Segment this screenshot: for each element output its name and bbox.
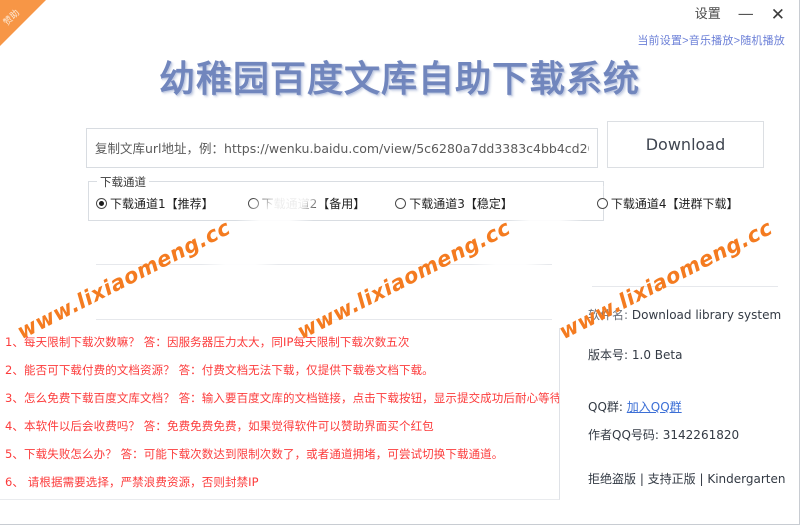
radio-icon[interactable] [395,198,407,209]
titlebar-controls: 设置 — ✕ [695,5,785,23]
qq-group-link[interactable]: 加入QQ群 [627,400,682,414]
watermark: www.lixiaomeng.cc [555,215,777,344]
download-channel-group: 下载通道 下载通道1【推荐】 下载通道2【备用】 下载通道3【稳定】 下载通道4【进群… [88,174,739,221]
download-channel-option-3[interactable]: 下载通道3【稳定】 [395,195,513,212]
author-qq-row: 作者QQ号码: 3142261820 [588,426,739,443]
faq-line: 2、能否可下载付费的文档资源？ 答：付费文档无法下载，仅提供下载卷文档下载。 [5,363,434,377]
download-channel-option-2[interactable]: 下载通道2【备用】 [247,195,366,212]
qq-group-row: QQ群: 加入QQ群 [588,398,682,415]
software-name-value: Download library system [631,308,782,322]
divider-middle [96,319,552,320]
current-setting-path[interactable]: 当前设置>音乐播放>随机播放 [637,32,785,48]
download-channel-legend: 下载通道 [97,174,149,190]
qq-group-label: QQ群: [588,400,623,414]
radio-icon[interactable] [96,198,107,209]
download-channel-options: 下载通道1【推荐】 下载通道2【备用】 下载通道3【稳定】 下载通道4【进群下载】 [96,195,739,212]
download-channel-option-1[interactable]: 下载通道1【推荐】 [96,195,214,212]
download-button[interactable]: Download [607,121,764,168]
download-channel-option-label: 下载通道4【进群下载】 [610,197,739,211]
watermark: www.lixiaomeng.cc [13,215,235,344]
faq-line: 6、 请根据需要选择，严禁浪费资源，否则封禁IP [5,475,259,489]
faq-line: 5、下载失败怎么办？ 答：可能下载次数达到限制次数了，或者通道拥堵，可尝试切换下… [5,447,504,461]
sponsor-ribbon[interactable] [0,0,46,46]
faq-line: 1、每天限制下载次数嘛？ 答：因服务器压力太大，同IP每天限制下载次数五次 [5,335,410,349]
version-label: 版本号: [588,348,629,362]
download-channel-option-label: 下载通道1【推荐】 [110,197,214,211]
software-name-label: 软件名: [588,308,629,322]
faq-line: 3、怎么免费下载百度文库文档？ 答：输入要百度文库的文档链接，点击下载按钮，显示… [5,391,560,405]
info-footer: 拒绝盗版 | 支持正版 | Kindergarten [588,472,786,486]
settings-button[interactable]: 设置 [695,8,721,21]
application-window: 赞助 设置 — ✕ 当前设置>音乐播放>随机播放 幼稚园百度文库自助下载系统 D… [0,0,800,525]
close-icon[interactable]: ✕ [771,6,785,23]
download-channel-option-4[interactable]: 下载通道4【进群下载】 [596,195,739,212]
watermark: www.lixiaomeng.cc [293,215,515,344]
version-value: 1.0 Beta [631,348,683,362]
download-channel-option-label: 下载通道2【备用】 [261,197,366,211]
url-input[interactable] [86,128,598,168]
download-channel-option-label: 下载通道3【稳定】 [409,197,513,211]
divider-top [96,264,552,265]
author-qq-value: 3142261820 [662,428,740,442]
divider-info-panel [592,286,778,287]
software-name-row: 软件名: Download library system [588,306,781,323]
author-qq-label: 作者QQ号码: [588,428,659,442]
faq-panel: 1、每天限制下载次数嘛？ 答：因服务器压力太大，同IP每天限制下载次数五次 2、能… [0,328,560,500]
version-row: 版本号: 1.0 Beta [588,346,682,363]
minimize-icon[interactable]: — [738,5,754,22]
page-title: 幼稚园百度文库自助下载系统 [158,59,640,100]
radio-icon[interactable] [596,198,608,209]
radio-icon[interactable] [247,198,259,209]
faq-line: 4、本软件以后会收费吗？ 答：免费免费免费，如果觉得软件可以赞助界面买个红包 [5,419,434,433]
